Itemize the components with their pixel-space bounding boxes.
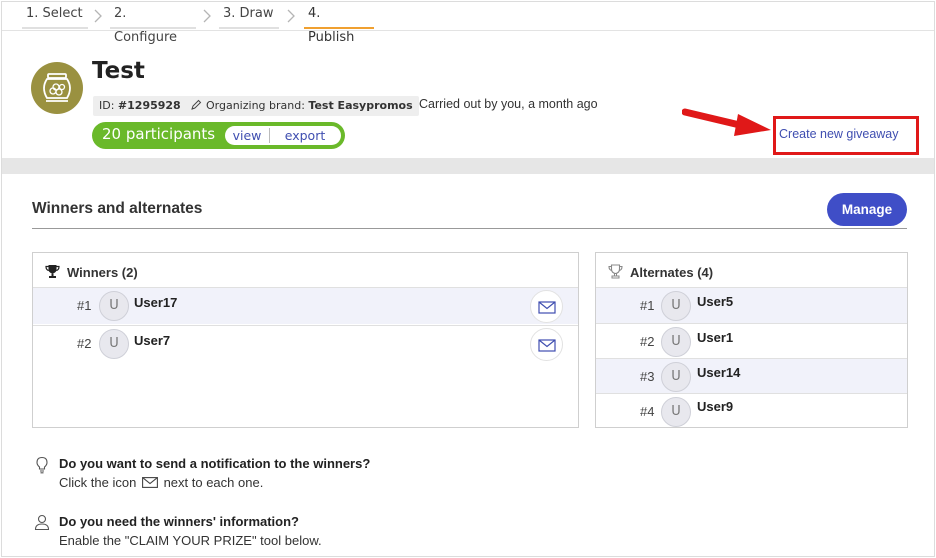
alternate-rank: #3 — [640, 369, 655, 384]
export-participants-button[interactable]: export — [270, 126, 340, 145]
avatar: U — [661, 397, 691, 427]
alternate-name: User1 — [697, 330, 734, 345]
user-icon — [34, 514, 50, 534]
alternate-name: User14 — [697, 365, 741, 380]
alternates-panel: Alternates (4) #1 U User5 #2 U User1 #3 … — [595, 252, 908, 428]
raffle-drum-icon — [43, 73, 71, 102]
table-row: #4 U User9 — [596, 393, 907, 427]
alternate-rank: #1 — [640, 298, 655, 313]
brand-value: Test Easypromos — [308, 99, 413, 112]
brand-label: Organizing brand: — [206, 99, 309, 112]
chevron-right-icon — [202, 8, 216, 24]
avatar: U — [99, 329, 129, 359]
winners-heading-label: Winners (2) — [67, 265, 138, 280]
trophy-outline-icon — [608, 264, 624, 282]
winner-name: User7 — [134, 333, 171, 348]
info-question: Do you need the winners' information? — [59, 514, 299, 529]
step-draw[interactable]: 3. Draw — [219, 2, 279, 29]
table-row: #1 U User17 — [33, 287, 578, 324]
participants-pill: 20 participants view export — [92, 122, 345, 149]
mail-icon — [141, 476, 158, 491]
avatar: U — [661, 291, 691, 321]
id-label: ID: — [99, 99, 118, 112]
chevron-right-icon — [286, 8, 300, 24]
divider-band — [2, 158, 934, 174]
winner-name: User17 — [134, 295, 178, 310]
notify-answer-end: next to each one. — [163, 475, 264, 490]
info-answer: Enable the "CLAIM YOUR PRIZE" tool below… — [59, 533, 322, 548]
table-row: #3 U User14 — [596, 358, 907, 393]
alternates-heading: Alternates (4) — [608, 264, 713, 282]
send-mail-button[interactable] — [530, 328, 563, 361]
trophy-icon — [45, 264, 61, 282]
view-participants-button[interactable]: view — [225, 126, 269, 145]
send-mail-button[interactable] — [530, 290, 563, 323]
page-title: Test — [92, 58, 145, 84]
avatar: U — [99, 291, 129, 321]
avatar: U — [661, 327, 691, 357]
participants-actions: view export — [225, 126, 341, 145]
alternate-name: User9 — [697, 399, 734, 414]
section-title: Winners and alternates — [32, 200, 203, 217]
notify-tip: Do you want to send a notification to th… — [34, 456, 534, 496]
mail-icon — [538, 339, 556, 352]
info-tip: Do you need the winners' information? En… — [34, 514, 534, 554]
notify-question: Do you want to send a notification to th… — [59, 456, 371, 471]
winners-panel: Winners (2) #1 U User17 #2 U User7 — [32, 252, 579, 428]
steps-bar: 1. Select 2. Configure 3. Draw 4. Publis… — [2, 2, 934, 45]
notify-answer: Click the icon next to each one. — [59, 475, 263, 491]
step-configure[interactable]: 2. Configure — [110, 2, 196, 45]
id-badge: ID: #1295928 — [93, 96, 187, 116]
winner-rank: #2 — [77, 336, 92, 351]
winner-rank: #1 — [77, 298, 92, 313]
chevron-right-icon — [93, 8, 107, 24]
step-publish[interactable]: 4. Publish — [304, 2, 374, 45]
giveaway-logo — [31, 62, 83, 114]
step-select[interactable]: 1. Select — [22, 2, 88, 29]
avatar: U — [661, 362, 691, 392]
alternate-rank: #2 — [640, 334, 655, 349]
pencil-icon — [190, 98, 202, 118]
table-row: #2 U User1 — [596, 323, 907, 358]
manage-button[interactable]: Manage — [827, 193, 907, 226]
notify-answer-start: Click the icon — [59, 475, 137, 490]
red-arrow-annotation — [682, 108, 771, 136]
create-new-giveaway-link[interactable]: Create new giveaway — [779, 127, 899, 141]
alternate-name: User5 — [697, 294, 734, 309]
winners-heading: Winners (2) — [45, 264, 138, 282]
id-value: #1295928 — [117, 99, 181, 112]
carried-out-text: Carried out by you, a month ago — [419, 97, 598, 111]
app-frame: 1. Select 2. Configure 3. Draw 4. Publis… — [1, 1, 935, 557]
alternates-heading-label: Alternates (4) — [630, 265, 714, 280]
brand-badge: Organizing brand: Test Easypromos — [184, 96, 419, 116]
highlight-box: Create new giveaway — [773, 116, 919, 155]
alternate-rank: #4 — [640, 404, 655, 419]
table-row: #1 U User5 — [596, 287, 907, 323]
participants-count: 20 participants — [102, 125, 216, 143]
lightbulb-icon — [34, 456, 50, 477]
section-divider — [32, 228, 907, 229]
mail-icon — [538, 301, 556, 314]
table-row: #2 U User7 — [33, 325, 578, 362]
